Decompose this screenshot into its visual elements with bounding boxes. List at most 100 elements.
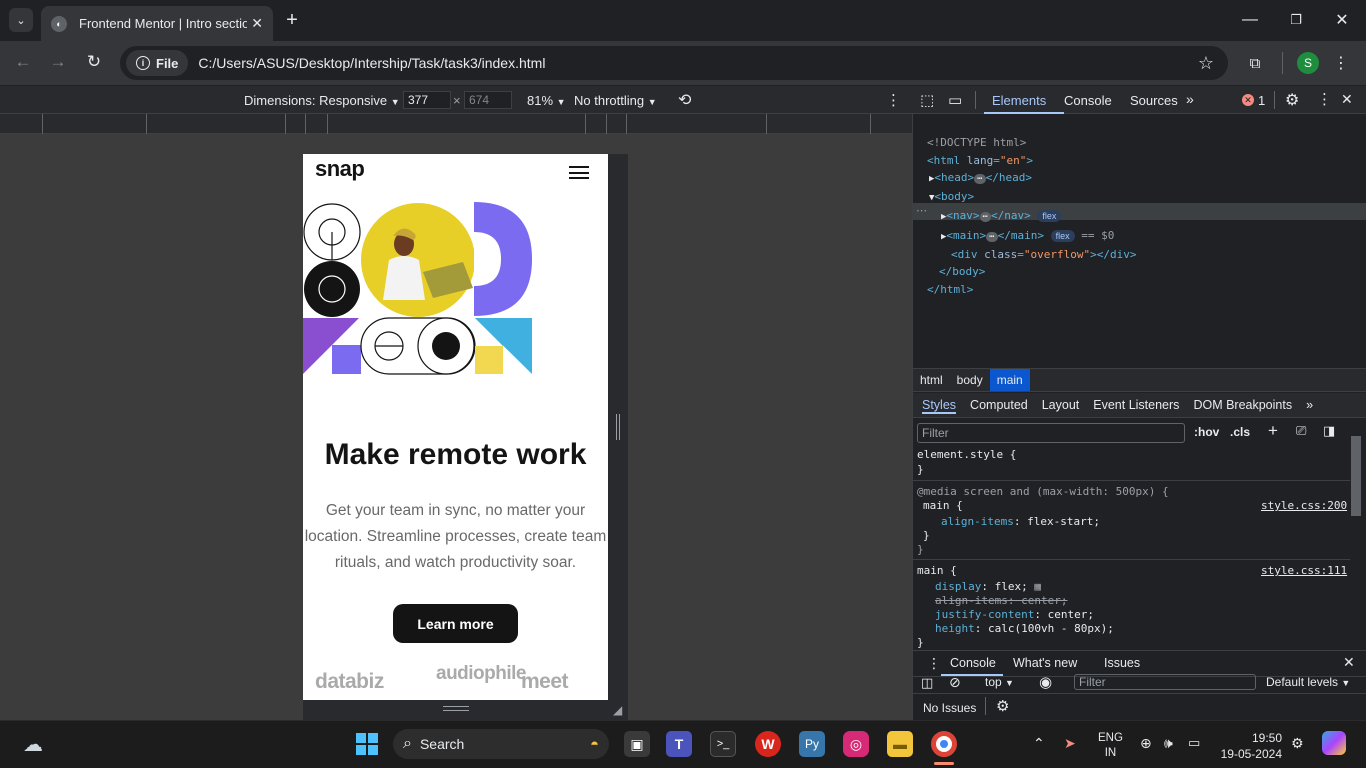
rule-selector[interactable]: main { [923,499,963,512]
dom-node-main[interactable]: ▶<main> ⋯ </main> flex == $0 [927,227,1136,246]
device-toggle-icon[interactable]: ▭ [948,91,962,109]
dom-node-nav[interactable]: ▶<nav> ⋯ </nav> flex [927,207,1136,226]
styles-scrollbar[interactable] [1350,420,1364,648]
dom-node-html[interactable]: <html lang="en"> [927,152,1136,169]
minimize-button[interactable]: — [1240,10,1260,30]
browser-menu-icon[interactable]: ⋮ [1330,52,1352,74]
devtools-menu-icon[interactable]: ⋮ [1317,90,1332,108]
paint-icon[interactable]: ⎚ [1296,423,1306,439]
right-resize-bar[interactable] [608,154,628,700]
tab-console[interactable]: Console [1064,93,1112,108]
breadcrumb-body[interactable]: body [950,369,990,391]
height-input[interactable]: 674 [464,91,512,109]
tab-styles[interactable]: Styles [922,398,957,414]
element-style-rule[interactable]: element.style { [917,448,1016,461]
tray-overflow-icon[interactable]: ⌃ [1033,735,1045,752]
css-declaration[interactable]: align-items: flex-start; [941,515,1100,528]
drawer-tab-whats-new[interactable]: What's new [1013,656,1077,670]
hov-toggle[interactable]: :hov [1194,425,1219,439]
no-issues-label[interactable]: No Issues [923,701,976,715]
scrollbar-thumb[interactable] [1351,436,1361,516]
styles-filter-input[interactable]: Filter [917,423,1185,443]
site-info-chip[interactable]: i File [126,50,189,76]
cls-toggle[interactable]: .cls [1230,425,1250,439]
css-declaration[interactable]: display: flex; ▦ [935,580,1041,593]
levels-dropdown[interactable]: Default levels ▼ [1266,675,1350,689]
width-input[interactable]: 377 [403,91,451,109]
battery-icon[interactable]: ▭ [1188,735,1200,751]
dom-node-head[interactable]: ▶<head> ⋯ </head> [927,169,1136,188]
tab-layout[interactable]: Layout [1042,398,1080,414]
overridden-declaration[interactable]: align-items: center; [935,594,1067,607]
terminal-icon[interactable]: >_ [710,731,736,757]
tab-elements[interactable]: Elements [992,93,1046,108]
file-explorer-icon[interactable]: ▬ [887,731,913,757]
sidebar-toggle-icon[interactable]: ◫ [921,675,933,691]
flex-badge[interactable]: flex [1037,210,1062,223]
drawer-tab-issues[interactable]: Issues [1104,656,1140,670]
reload-icon[interactable]: ↻ [83,51,105,73]
more-tabs-icon[interactable]: » [1306,398,1313,414]
eye-icon[interactable]: ◉ [1039,673,1052,691]
start-button[interactable] [354,731,380,757]
tab-search-button[interactable]: ⌄ [9,8,33,32]
bottom-resize-bar[interactable]: ◢ [303,700,628,720]
dom-node-div[interactable]: <div class="overflow"></div> [927,246,1136,263]
ruler-tick[interactable] [585,114,586,134]
learn-more-button[interactable]: Learn more [393,604,518,643]
network-icon[interactable]: ⊕ [1140,735,1152,752]
new-tab-button[interactable]: + [282,9,302,31]
clear-console-icon[interactable]: ⊘ [949,674,961,691]
tab-sources[interactable]: Sources [1130,93,1178,108]
zoom-dropdown[interactable]: 81% ▼ [527,93,566,108]
ruler-tick[interactable] [870,114,871,134]
weather-icon[interactable]: ☁ [20,731,46,757]
throttling-dropdown[interactable]: No throttling ▼ [574,93,657,108]
breadcrumb-html[interactable]: html [913,369,950,391]
python-icon[interactable]: Py [799,731,825,757]
ruler-tick[interactable] [606,114,607,134]
row-options-icon[interactable]: ⋯ [916,204,927,217]
ruler-tick[interactable] [285,114,286,134]
dom-node-body[interactable]: ▼<body> [927,188,1136,207]
chrome-icon[interactable] [931,731,957,757]
source-link[interactable]: style.css:111 [1261,564,1347,577]
ruler-tick[interactable] [766,114,767,134]
ellipsis-icon[interactable]: ⋯ [986,231,998,242]
tab-dom-breakpoints[interactable]: DOM Breakpoints [1193,398,1292,414]
console-filter-input[interactable]: Filter [1074,674,1256,690]
ruler-tick[interactable] [327,114,328,134]
task-view-icon[interactable]: ▣ [624,731,650,757]
language-indicator[interactable]: ENG IN [1098,731,1123,761]
inspect-element-icon[interactable]: ⬚ [920,91,934,109]
ellipsis-icon[interactable]: ⋯ [979,212,991,223]
sidebar-toggle-icon[interactable]: ◨ [1323,423,1335,439]
extensions-icon[interactable]: ⧉ [1244,52,1266,74]
drawer-tab-console[interactable]: Console [950,656,996,670]
context-select[interactable]: top ▼ [985,675,1014,689]
location-icon[interactable]: ➤ [1064,735,1076,752]
source-link[interactable]: style.css:200 [1261,499,1347,512]
more-tabs-icon[interactable]: » [1186,91,1194,107]
profile-button[interactable]: S [1297,52,1319,74]
instagram-icon[interactable]: ◎ [843,731,869,757]
tab-computed[interactable]: Computed [970,398,1028,414]
page-logo[interactable]: snap [315,156,365,182]
browser-tab[interactable]: ◐ Frontend Mentor | Intro section ✕ [41,6,273,41]
clock[interactable]: 19:50 19-05-2024 [1220,730,1282,762]
error-count[interactable]: 1 [1258,93,1265,108]
notification-icon[interactable]: ⚙ [1291,735,1304,752]
dom-node-html-close[interactable]: </html> [927,281,1136,298]
gear-icon[interactable]: ⚙ [996,697,1009,715]
wps-office-icon[interactable]: W [755,731,781,757]
dimensions-dropdown[interactable]: Dimensions: Responsive ▼ [244,93,400,108]
close-devtools-icon[interactable]: ✕ [1341,91,1353,108]
drawer-menu-icon[interactable]: ⋮ [927,655,941,672]
hamburger-menu-icon[interactable] [569,166,589,179]
ellipsis-icon[interactable]: ⋯ [974,173,986,184]
dom-node-doctype[interactable]: <!DOCTYPE html> [927,134,1136,151]
ruler-tick[interactable] [305,114,306,134]
tab-event-listeners[interactable]: Event Listeners [1093,398,1179,414]
flex-badge[interactable]: flex [1050,229,1075,242]
restore-button[interactable]: ❐ [1286,10,1306,30]
